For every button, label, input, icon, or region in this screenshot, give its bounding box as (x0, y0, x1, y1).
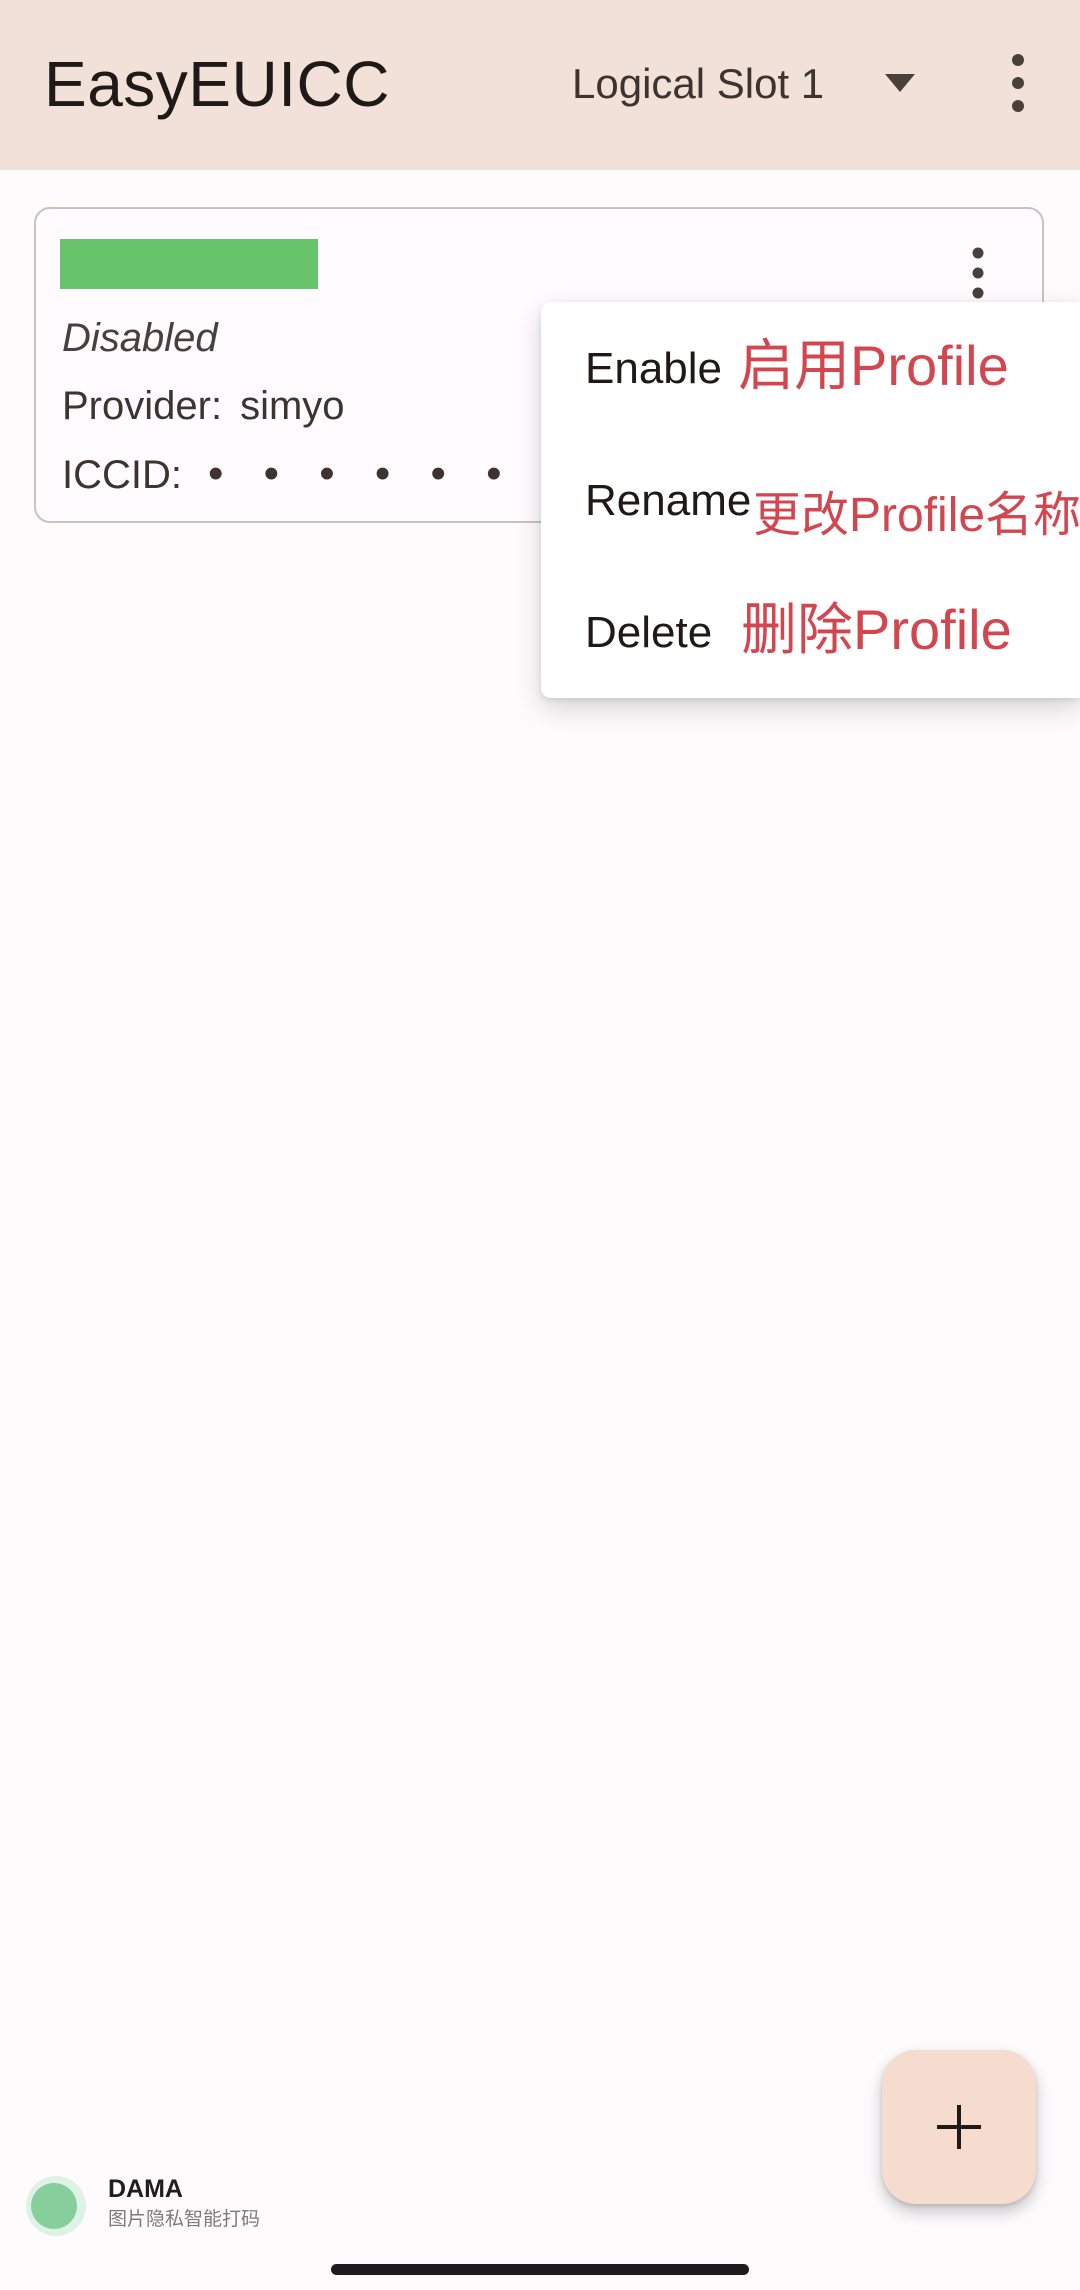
profile-menu-icon[interactable] (958, 243, 998, 303)
provider-label: Provider: (62, 384, 223, 428)
menu-item-enable-annotation: 启用Profile (738, 334, 1009, 397)
watermark-title: DAMA (108, 2175, 183, 2203)
iccid-label: ICCID: (62, 453, 182, 497)
menu-item-rename-label: Rename (585, 476, 752, 525)
menu-item-rename-annotation: 更改Profile名称 (753, 489, 1080, 542)
provider-row: Provider: simyo (62, 381, 345, 431)
profile-popup-menu: Enable 启用Profile Rename 更改Profile名称 Dele… (541, 302, 1080, 698)
watermark: DAMA 图片隐私智能打码 (22, 2170, 322, 2240)
app-title: EasyEUICC (44, 48, 390, 120)
watermark-subtitle: 图片隐私智能打码 (108, 2209, 261, 2230)
watermark-logo-icon (26, 2176, 86, 2236)
add-icon (937, 2105, 981, 2149)
menu-item-rename[interactable]: Rename 更改Profile名称 (541, 434, 1080, 566)
dropdown-arrow-icon (885, 74, 915, 92)
more-vert-icon[interactable] (990, 50, 1046, 116)
add-profile-button[interactable] (882, 2050, 1036, 2204)
menu-item-enable-label: Enable (585, 344, 723, 393)
menu-item-delete-annotation: 删除Profile (741, 598, 1012, 661)
profile-status: Disabled (62, 316, 218, 360)
provider-value: simyo (240, 384, 345, 428)
menu-item-delete[interactable]: Delete 删除Profile (541, 566, 1080, 698)
gesture-navigation-bar[interactable] (331, 2264, 749, 2275)
menu-item-enable[interactable]: Enable 启用Profile (541, 302, 1080, 434)
profile-name-redaction (60, 239, 318, 289)
menu-item-delete-label: Delete (585, 608, 713, 657)
logical-slot-selector[interactable]: Logical Slot 1 (560, 48, 940, 120)
app-bar: EasyEUICC Logical Slot 1 (0, 0, 1080, 170)
slot-selector-label: Logical Slot 1 (572, 60, 825, 107)
